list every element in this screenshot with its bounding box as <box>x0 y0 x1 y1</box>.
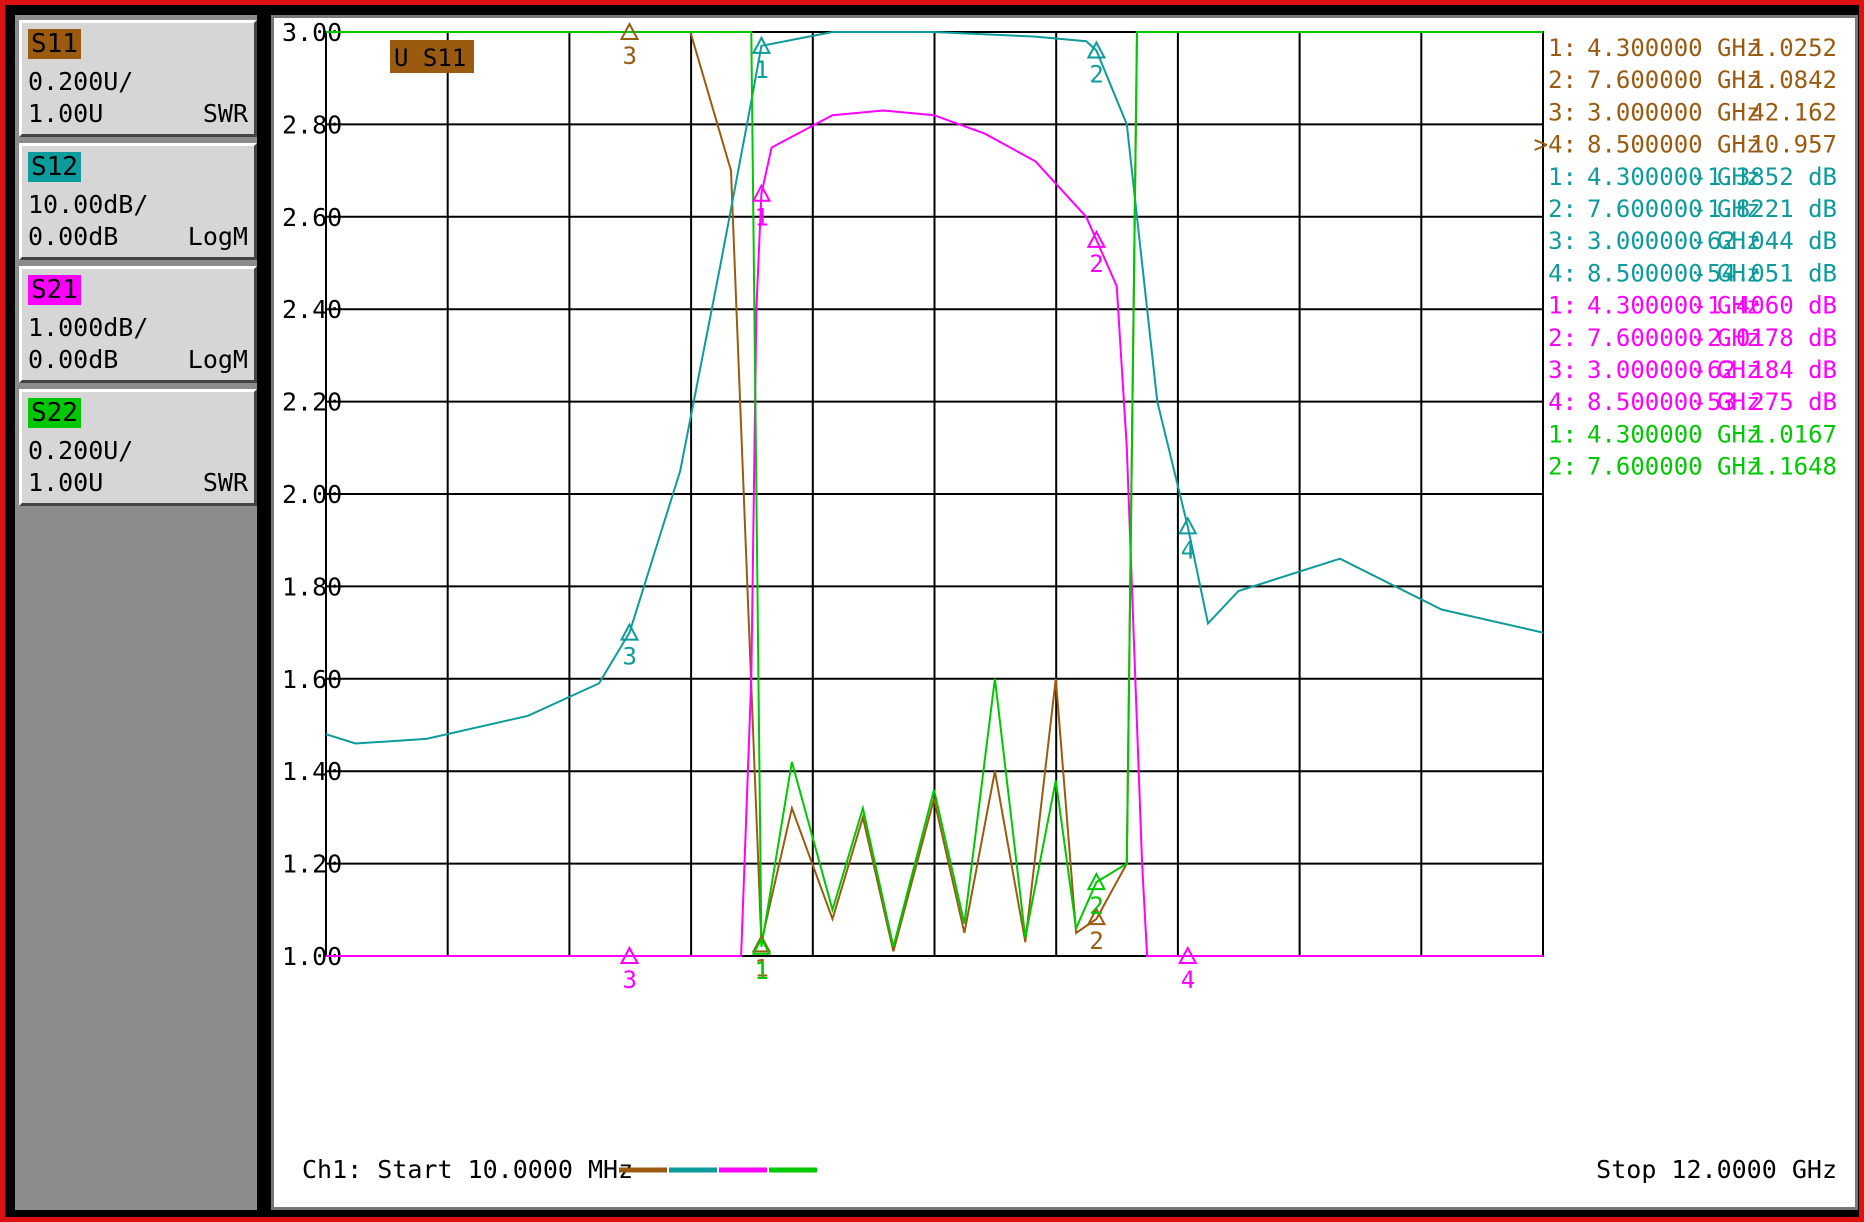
markers: 123 1 234123 412 <box>619 21 1198 994</box>
active-trace-label-box: U S11 <box>390 40 474 73</box>
marker-table-value: 1.1648 <box>1750 453 1837 481</box>
start-frequency: Ch1: Start 10.0000 MHz <box>302 1155 633 1184</box>
trace-format-s21: LogM <box>187 345 248 374</box>
marker-label-s12-2: 2 <box>1089 60 1103 88</box>
marker-table-num: 1: <box>1548 292 1577 320</box>
trace-scale-s11: 0.200U/ <box>28 67 134 96</box>
marker-label-s21-4: 4 <box>1181 966 1195 994</box>
stop-frequency: Stop 12.0000 GHz <box>1596 1155 1837 1184</box>
marker-table-freq: 3.000000 GHz <box>1587 98 1760 126</box>
y-tick-label: 1.40 <box>282 757 342 786</box>
y-tick-label: 1.80 <box>282 572 342 601</box>
marker-label-s12-1: 1 <box>754 56 768 84</box>
marker-table-num: 2: <box>1548 453 1577 481</box>
trace-scale-s12: 10.00dB/ <box>28 190 149 219</box>
marker-label-s22-1: 1 <box>754 957 768 985</box>
marker-label-s21-3: 3 <box>622 966 636 994</box>
active-trace-label: U S11 <box>394 44 466 72</box>
trace-scale-s21: 1.000dB/ <box>28 313 149 342</box>
marker-label-s11-2: 2 <box>1089 927 1103 955</box>
trace-name-s11: S11 <box>28 29 81 59</box>
trace-ref-s12: 0.00dB <box>28 222 119 251</box>
marker-table-value: 42.162 <box>1750 98 1837 126</box>
y-tick-label: 2.40 <box>282 295 342 324</box>
trace-panel: S11 0.200U/ 1.00U SWR S12 10.00dB/ 0.00d… <box>15 15 257 1210</box>
trace-name-s22: S22 <box>28 398 81 428</box>
marker-table-value: 1.0252 <box>1750 34 1837 62</box>
trace-format-s12: LogM <box>187 222 248 251</box>
marker-table-value: -53.275 dB <box>1693 388 1838 416</box>
y-tick-label: 1.60 <box>282 665 342 694</box>
marker-table-value: -54.051 dB <box>1693 259 1838 287</box>
trace-box-s22[interactable]: S22 0.200U/ 1.00U SWR <box>19 389 257 506</box>
y-tick-label: 2.60 <box>282 203 342 232</box>
marker-table-value: -1.4060 dB <box>1693 292 1838 320</box>
y-tick-label: 2.20 <box>282 388 342 417</box>
trace-format-s22: SWR <box>202 468 248 497</box>
grid <box>325 31 1544 957</box>
trace-ref-s22: 1.00U <box>28 468 104 497</box>
marker-table-num: 1: <box>1548 163 1577 191</box>
marker-table-num: 3: <box>1548 98 1577 126</box>
marker-table-value: 1.0842 <box>1750 66 1837 94</box>
trace-ref-s21: 0.00dB <box>28 345 119 374</box>
marker-label-s12-3: 3 <box>622 643 636 671</box>
trace-box-s12[interactable]: S12 10.00dB/ 0.00dB LogM <box>19 143 257 260</box>
marker-table-value: -1.3852 dB <box>1693 163 1838 191</box>
y-axis-ticks: 3.002.802.602.402.202.001.801.601.401.20… <box>282 18 342 971</box>
marker-label-s21-1: 1 <box>754 204 768 232</box>
marker-table-num: >4: <box>1534 131 1577 159</box>
marker-table-num: 4: <box>1548 259 1577 287</box>
marker-table-freq: 8.500000 GHz <box>1587 131 1760 159</box>
trace-name-s12: S12 <box>28 152 81 182</box>
marker-label-s21-2: 2 <box>1089 250 1103 278</box>
marker-table-num: 3: <box>1548 356 1577 384</box>
footer: Ch1: Start 10.0000 MHz Stop 12.0000 GHz <box>302 1155 1837 1184</box>
trace-format-s11: SWR <box>202 99 248 128</box>
marker-table: 1: 4.300000 GHz1.02522: 7.600000 GHz1.0842… <box>1534 34 1837 481</box>
marker-table-freq: 7.600000 GHz <box>1587 66 1760 94</box>
plot-area[interactable]: 3.00 2.80 2.60 2.40 2.20 2.00 1.80 1.60 1.40 1.20… <box>271 15 1858 1210</box>
marker-table-num: 2: <box>1548 324 1577 352</box>
marker-label-s11-3: 3 <box>622 42 636 70</box>
y-tick-label: 2.80 <box>282 110 342 139</box>
marker-table-num: 3: <box>1548 227 1577 255</box>
trace-ref-s11: 1.00U <box>28 99 104 128</box>
marker-table-value: -62.184 dB <box>1693 356 1838 384</box>
marker-table-freq: 7.600000 GHz <box>1587 453 1760 481</box>
marker-table-num: 4: <box>1548 388 1577 416</box>
marker-table-freq: 4.300000 GHz <box>1587 34 1760 62</box>
trace-box-s21[interactable]: S21 1.000dB/ 0.00dB LogM <box>19 266 257 383</box>
marker-table-value: -62.044 dB <box>1693 227 1838 255</box>
marker-table-value: 1.0167 <box>1750 420 1837 448</box>
y-tick-label: 1.20 <box>282 850 342 879</box>
trace-scale-s22: 0.200U/ <box>28 436 134 465</box>
marker-table-num: 1: <box>1548 420 1577 448</box>
marker-label-s22-2: 2 <box>1089 892 1103 920</box>
marker-table-value: -1.8221 dB <box>1693 195 1838 223</box>
trace-chart: 3.002.802.602.402.202.001.801.601.401.20… <box>282 18 1837 1184</box>
analyzer-window: S11 0.200U/ 1.00U SWR S12 10.00dB/ 0.00d… <box>0 0 1864 1222</box>
marker-table-value: 10.957 <box>1750 131 1837 159</box>
marker-table-num: 2: <box>1548 195 1577 223</box>
marker-table-num: 1: <box>1548 34 1577 62</box>
y-tick-label: 2.00 <box>282 480 342 509</box>
trace-name-s21: S21 <box>28 275 81 305</box>
marker-table-freq: 4.300000 GHz <box>1587 420 1760 448</box>
marker-label-s12-4: 4 <box>1181 536 1195 564</box>
trace-box-s11[interactable]: S11 0.200U/ 1.00U SWR <box>19 20 257 137</box>
marker-table-value: -2.0178 dB <box>1693 324 1838 352</box>
marker-table-num: 2: <box>1548 66 1577 94</box>
